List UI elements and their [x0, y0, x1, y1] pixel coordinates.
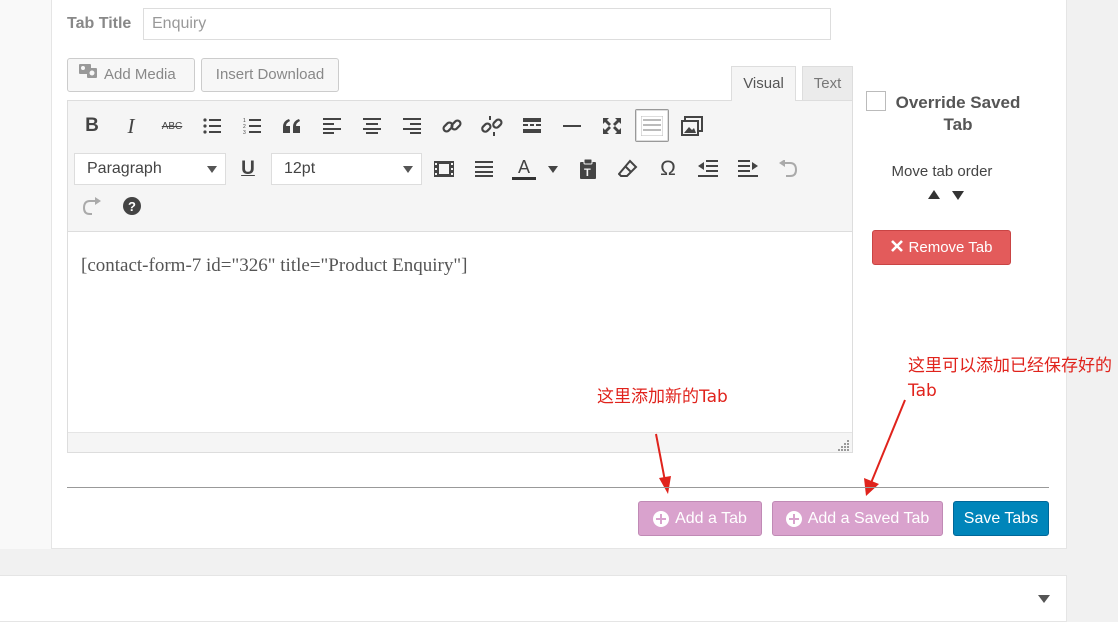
add-tab-button[interactable]: Add a Tab — [638, 501, 762, 536]
collapsed-panel[interactable] — [0, 575, 1067, 622]
divider — [67, 487, 1049, 488]
add-tab-label: Add a Tab — [675, 509, 747, 527]
plus-circle-icon — [653, 510, 670, 527]
annotation-arrows — [655, 399, 906, 496]
add-saved-tab-label: Add a Saved Tab — [807, 509, 930, 527]
plus-circle-icon — [785, 510, 802, 527]
tab-visual[interactable]: Visual — [731, 66, 796, 101]
arrow-to-add-saved-tab — [864, 399, 906, 496]
arrow-to-add-tab — [655, 433, 671, 494]
save-tabs-button[interactable]: Save Tabs — [953, 501, 1049, 536]
chevron-down-icon[interactable] — [1038, 595, 1050, 603]
add-saved-tab-button[interactable]: Add a Saved Tab — [772, 501, 943, 536]
